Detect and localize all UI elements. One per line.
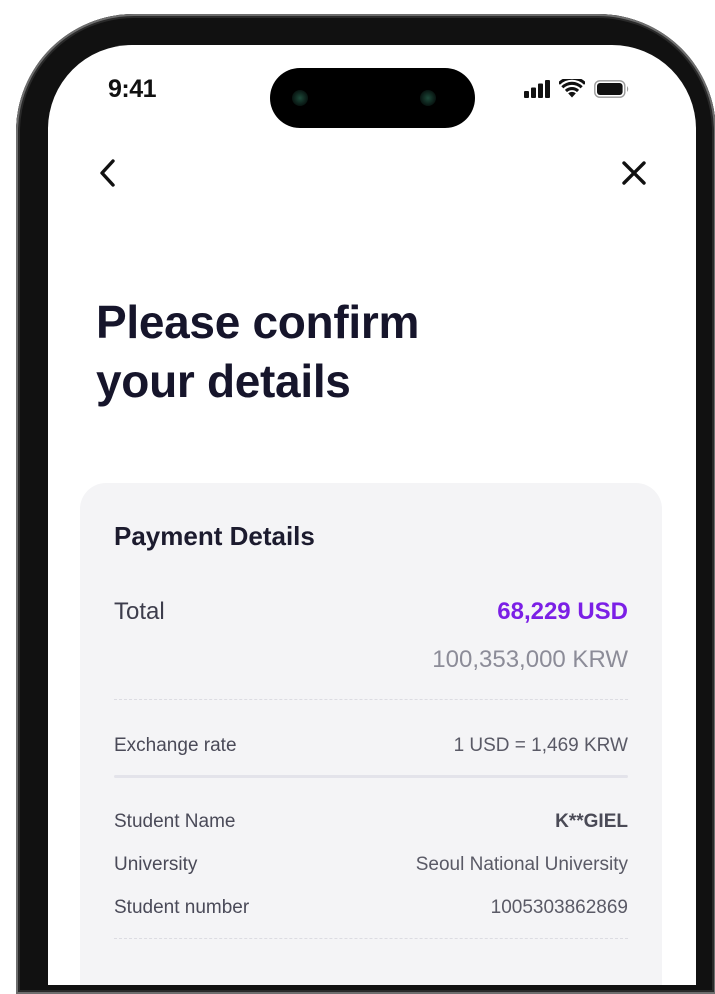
student-number-label: Student number xyxy=(114,897,250,918)
section-divider xyxy=(114,775,628,778)
dashed-divider-bottom xyxy=(114,938,628,939)
cellular-signal-icon xyxy=(524,79,550,98)
university-label: University xyxy=(114,854,198,875)
dashed-divider xyxy=(114,699,628,700)
page-title: Please confirm your details xyxy=(96,293,419,411)
dynamic-island xyxy=(270,68,475,128)
total-usd-amount: 68,229 USD xyxy=(497,598,628,625)
exchange-rate-value: 1 USD = 1,469 KRW xyxy=(453,735,628,756)
exchange-rate-label: Exchange rate xyxy=(114,735,237,756)
wifi-icon xyxy=(559,79,585,98)
total-label: Total xyxy=(114,598,165,625)
camera-lens-icon xyxy=(420,90,436,106)
battery-icon xyxy=(594,79,629,98)
close-button[interactable] xyxy=(614,153,654,193)
payment-details-card: Payment Details Total 68,229 USD 100,353… xyxy=(80,483,662,985)
back-button[interactable] xyxy=(88,153,128,193)
status-time: 9:41 xyxy=(108,75,157,103)
student-name-value: K**GIEL xyxy=(555,811,628,832)
payment-details-heading: Payment Details xyxy=(114,521,315,551)
total-krw-amount: 100,353,000 KRW xyxy=(432,646,628,673)
close-icon xyxy=(622,161,646,185)
page-title-line-2: your details xyxy=(96,355,351,407)
student-number-value: 1005303862869 xyxy=(490,897,628,918)
page-title-line-1: Please confirm xyxy=(96,296,420,348)
app-screen: 9:41 Please confirm your details Payment… xyxy=(48,45,696,985)
status-icons xyxy=(524,79,630,98)
chevron-left-icon xyxy=(100,159,115,187)
camera-sensor-icon xyxy=(292,90,308,106)
student-name-label: Student Name xyxy=(114,811,236,832)
university-value: Seoul National University xyxy=(415,854,628,875)
